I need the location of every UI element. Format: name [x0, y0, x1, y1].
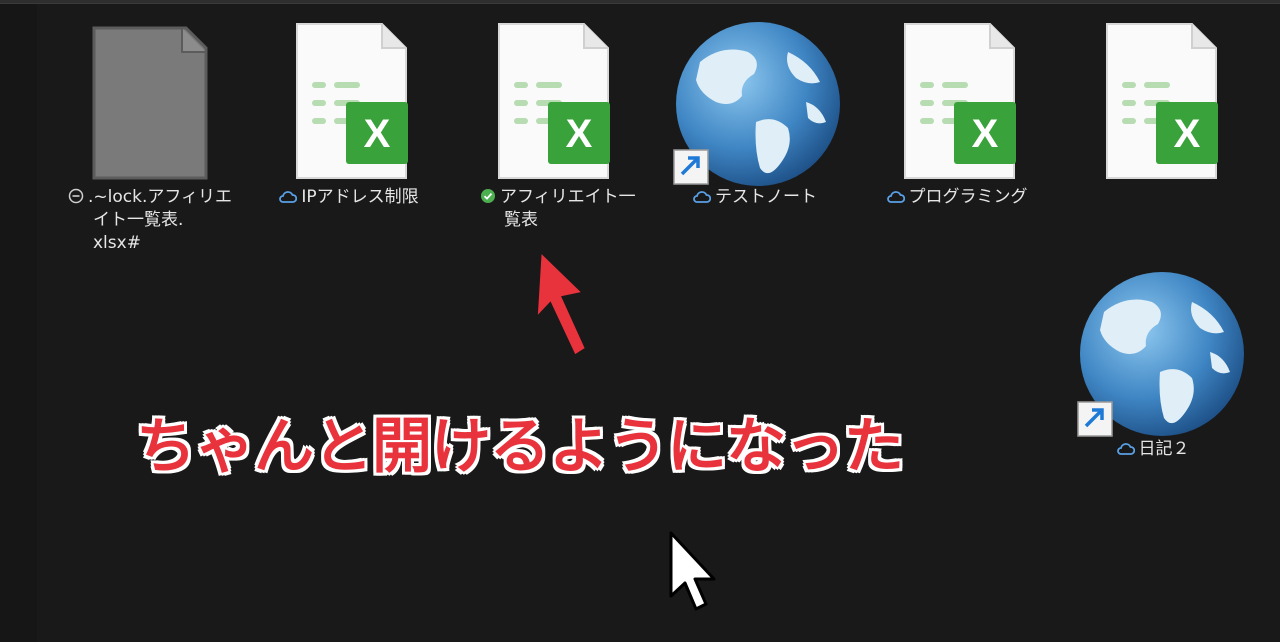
file-item-test-note[interactable]: テストノート [662, 22, 848, 222]
svg-text:X: X [364, 112, 391, 156]
generic-file-icon [92, 26, 208, 180]
file-item-diary[interactable]: 日記２ [1066, 272, 1252, 472]
divider [0, 3, 1280, 4]
annotation-text: ちゃんと開けるようになった [136, 412, 904, 482]
svg-text:X: X [566, 112, 593, 156]
navigation-pane[interactable] [0, 4, 37, 642]
file-label: .~lock.アフィリエ イト一覧表. xlsx# [68, 186, 244, 255]
file-name: テストノート [715, 187, 817, 207]
file-label: プログラミング [864, 186, 1050, 209]
file-label: 日記２ [1066, 438, 1240, 461]
file-item-programming[interactable]: X プログラミング [864, 22, 1050, 222]
file-name-line: xlsx# [93, 233, 141, 253]
globe-shortcut-icon [673, 22, 840, 186]
check-circle-icon [481, 189, 495, 203]
file-name-line: アフィリエイト一 [500, 187, 636, 207]
mouse-cursor-icon [669, 531, 716, 611]
file-name: IPアドレス制限 [301, 187, 419, 207]
excel-file-icon: X [1106, 23, 1218, 179]
file-item-ip-address[interactable]: X IPアドレス制限 [256, 22, 442, 222]
file-item-lock[interactable]: .~lock.アフィリエ イト一覧表. xlsx# [58, 22, 244, 272]
file-label: IPアドレス制限 [256, 186, 442, 209]
excel-file-icon: X [296, 23, 408, 179]
cloud-icon [886, 191, 905, 203]
file-label: アフィリエイト一 覧表 [480, 186, 644, 232]
minus-circle-icon [68, 188, 84, 204]
cloud-icon [279, 191, 298, 203]
cloud-icon [1116, 443, 1135, 455]
file-name-line: .~lock.アフィリエ [88, 187, 233, 207]
file-name-line: イト一覧表. [93, 210, 184, 230]
file-name: 日記２ [1138, 439, 1190, 459]
file-name: プログラミング [908, 187, 1028, 207]
file-item-affiliate-list[interactable]: X アフィリエイト一 覧表 [458, 22, 644, 242]
red-arrow-annotation [537, 254, 585, 355]
excel-file-icon: X [498, 23, 610, 179]
file-item-excel[interactable]: X [1066, 22, 1252, 192]
file-name-line: 覧表 [504, 210, 538, 230]
cloud-icon [693, 191, 711, 203]
svg-text:X: X [972, 112, 999, 156]
globe-shortcut-icon [1077, 272, 1244, 437]
file-label: テストノート [662, 186, 848, 209]
svg-text:X: X [1174, 112, 1201, 156]
excel-file-icon: X [904, 23, 1016, 179]
